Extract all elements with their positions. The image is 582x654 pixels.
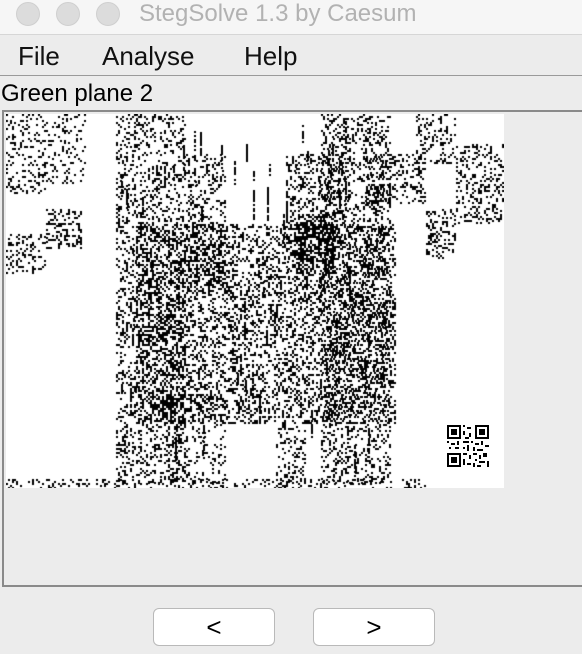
stegsolve-window: StegSolve 1.3 by Caesum File Analyse Hel… <box>0 0 582 654</box>
menu-file[interactable]: File <box>18 39 60 73</box>
image-viewer-panel <box>2 110 582 587</box>
window-title: StegSolve 1.3 by Caesum <box>139 0 417 27</box>
title-bar: StegSolve 1.3 by Caesum <box>0 0 582 34</box>
next-plane-button[interactable]: > <box>313 608 435 646</box>
previous-plane-button[interactable]: < <box>153 608 275 646</box>
menu-help[interactable]: Help <box>244 39 297 73</box>
close-window-button[interactable] <box>16 2 40 26</box>
qr-code-icon <box>447 425 489 467</box>
plane-label: Green plane 2 <box>1 80 154 107</box>
bit-plane-image <box>6 114 504 488</box>
menu-bar: File Analyse Help <box>0 34 582 76</box>
menu-analyse[interactable]: Analyse <box>102 39 195 73</box>
navigation-bar: < > <box>0 590 582 654</box>
zoom-window-button[interactable] <box>96 2 120 26</box>
minimize-window-button[interactable] <box>56 2 80 26</box>
